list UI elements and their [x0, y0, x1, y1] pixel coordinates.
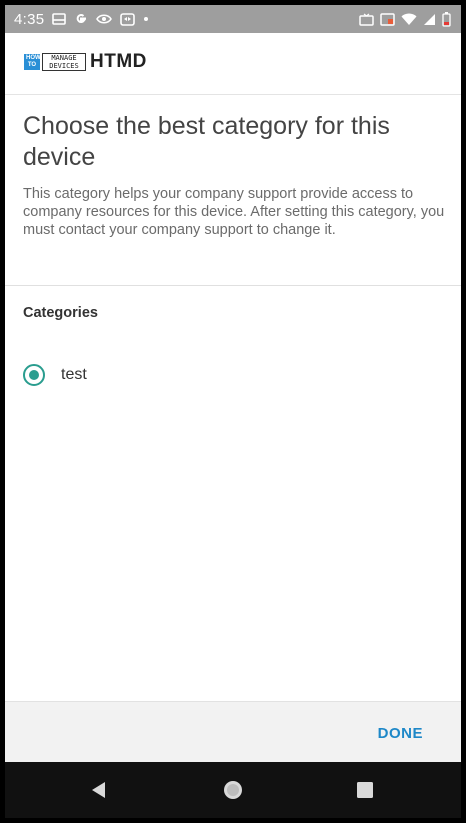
- recents-icon[interactable]: [351, 776, 379, 804]
- wifi-icon: [401, 13, 417, 26]
- status-bar: 4:35: [5, 5, 461, 33]
- radio-selected-dot: [29, 370, 39, 380]
- page-title: Choose the best category for this device: [23, 112, 390, 171]
- category-option-label: test: [61, 366, 87, 383]
- inbox-icon: [52, 13, 67, 25]
- back-icon[interactable]: [85, 776, 113, 804]
- dot-icon: [143, 16, 149, 22]
- battery-icon: [442, 11, 451, 27]
- radio-button[interactable]: [23, 364, 45, 386]
- app-header: HOW TO MANAGE DEVICES HTMD: [5, 33, 461, 95]
- htmd-logo: HOW TO MANAGE DEVICES HTMD: [24, 51, 147, 73]
- done-button[interactable]: DONE: [370, 716, 431, 750]
- signal-icon: [423, 13, 436, 26]
- status-time: 4:35: [14, 10, 45, 28]
- page-description: This category helps your company support…: [23, 186, 445, 238]
- logo-text: HTMD: [90, 51, 147, 72]
- google-g-icon: [74, 12, 88, 26]
- logo-manage-devices: MANAGE DEVICES: [42, 53, 86, 71]
- device-screen: 4:35 HOW TO MANAGE DEVICES HTMD Choose t…: [5, 5, 461, 818]
- status-right: [359, 5, 451, 33]
- status-left: 4:35: [14, 5, 149, 33]
- footer-bar: DONE: [5, 701, 461, 763]
- cast-icon: [380, 12, 395, 26]
- logo-mark: HOW TO MANAGE DEVICES: [24, 53, 86, 71]
- category-option-test[interactable]: test: [17, 355, 217, 395]
- home-icon[interactable]: [219, 776, 247, 804]
- cast-icon: [120, 12, 136, 26]
- navigation-bar: [5, 762, 461, 818]
- categories-label: Categories: [23, 305, 98, 321]
- title-section: Choose the best category for this device…: [5, 95, 461, 286]
- eye-icon: [96, 13, 113, 25]
- logo-howto: HOW TO: [24, 54, 41, 70]
- tv-icon: [359, 13, 374, 26]
